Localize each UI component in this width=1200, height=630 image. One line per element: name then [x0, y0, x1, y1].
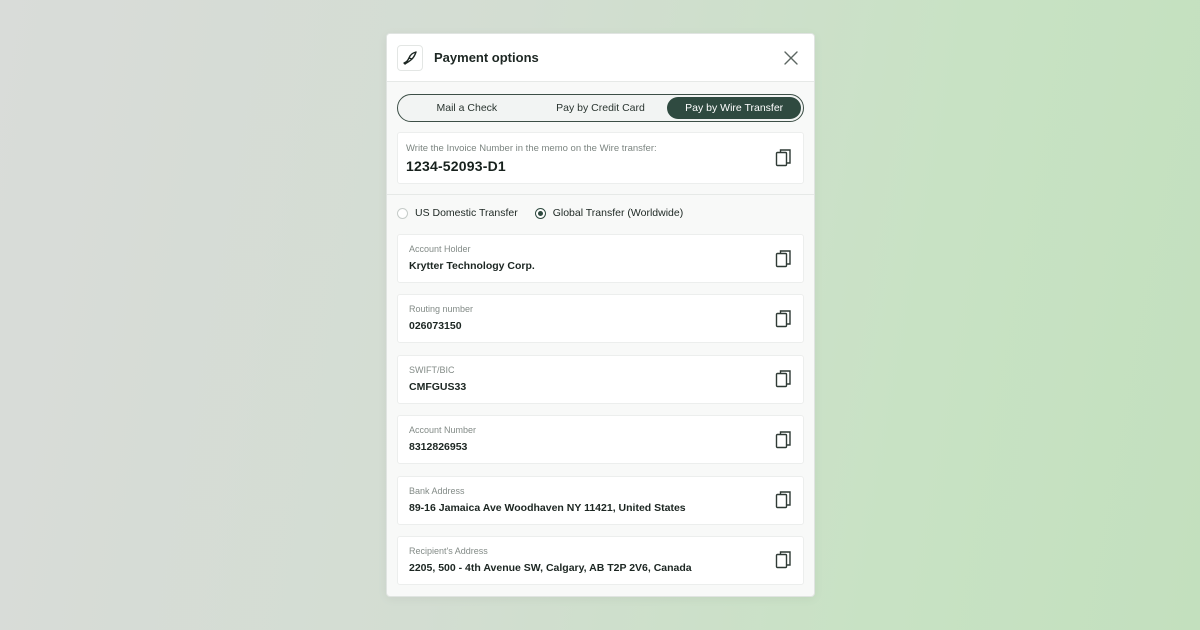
copy-icon[interactable] [775, 550, 793, 570]
field-account-holder: Account Holder Krytter Technology Corp. [397, 234, 804, 283]
copy-icon[interactable] [775, 148, 793, 168]
radio-button[interactable] [397, 207, 408, 219]
copy-icon[interactable] [775, 309, 793, 329]
wire-details-list: Account Holder Krytter Technology Corp. … [387, 231, 814, 585]
copy-icon[interactable] [775, 369, 793, 389]
radio-label: Global Transfer (Worldwide) [552, 207, 684, 219]
field-label: Recipient's Address [409, 545, 488, 556]
field-account-number: Account Number 8312826953 [397, 415, 804, 465]
field-value: 89-16 Jamaica Ave Woodhaven NY 11421, Un… [409, 501, 686, 514]
radio-button-checked[interactable] [534, 207, 546, 219]
copy-icon[interactable] [775, 490, 793, 510]
radio-us-domestic[interactable]: US Domestic Transfer [397, 207, 518, 219]
tab-pay-by-credit-card[interactable]: Pay by Credit Card [534, 97, 668, 119]
field-label: Routing number [409, 304, 474, 315]
radio-label: US Domestic Transfer [415, 207, 518, 219]
copy-icon[interactable] [775, 430, 793, 450]
copy-icon[interactable] [775, 249, 793, 269]
invoice-memo-box: Write the Invoice Number in the memo on … [397, 132, 804, 184]
field-value: Krytter Technology Corp. [409, 260, 535, 272]
memo-label: Write the Invoice Number in the memo on … [406, 143, 657, 154]
field-value: 2205, 500 - 4th Avenue SW, Calgary, AB T… [409, 561, 692, 574]
radio-global[interactable]: Global Transfer (Worldwide) [534, 207, 684, 219]
field-bank-address: Bank Address 89-16 Jamaica Ave Woodhaven… [397, 475, 804, 525]
modal-header: Payment options [387, 34, 814, 82]
field-label: SWIFT/BIC [409, 364, 455, 375]
payment-method-tabs: Mail a Check Pay by Credit Card Pay by W… [397, 94, 804, 122]
field-value: CMFGUS33 [409, 380, 467, 393]
field-label: Bank Address [409, 485, 465, 496]
close-icon[interactable] [780, 47, 802, 69]
field-routing-number: Routing number 026073150 [397, 294, 804, 344]
field-swift-bic: SWIFT/BIC CMFGUS33 [397, 354, 804, 404]
field-recipient-address: Recipient's Address 2205, 500 - 4th Aven… [397, 535, 804, 585]
field-label: Account Holder [409, 244, 471, 254]
tab-pay-by-wire-transfer[interactable]: Pay by Wire Transfer [667, 97, 802, 119]
transfer-type-radios: US Domestic Transfer Global Transfer (Wo… [387, 195, 814, 231]
field-value: 8312826953 [409, 441, 468, 454]
payment-options-modal: Payment options Mail a Check Pay by Cred… [386, 33, 815, 597]
field-label: Account Number [409, 425, 477, 436]
field-value: 026073150 [409, 320, 462, 333]
tab-mail-a-check[interactable]: Mail a Check [400, 97, 534, 119]
invoice-number: 1234-52093-D1 [406, 158, 506, 174]
modal-title: Payment options [434, 50, 539, 65]
bird-logo-icon [397, 44, 423, 71]
